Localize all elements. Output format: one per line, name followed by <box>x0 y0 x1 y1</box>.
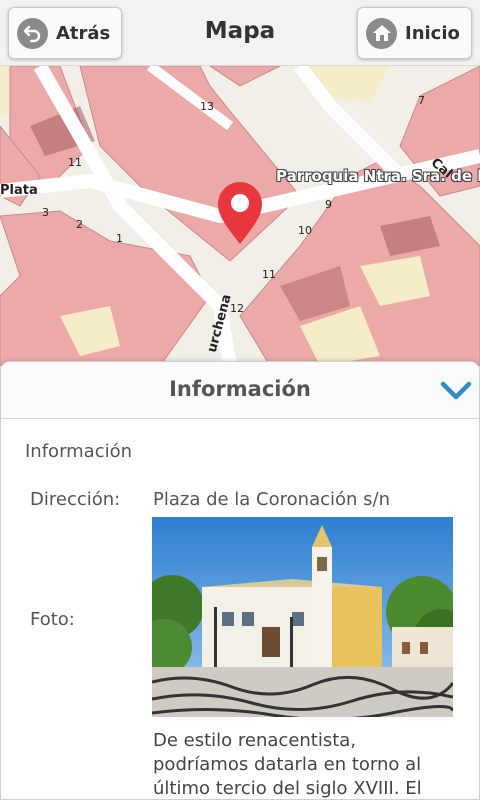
info-panel-header[interactable]: Información <box>1 362 479 419</box>
svg-text:3: 3 <box>42 206 49 219</box>
home-button[interactable]: Inicio <box>357 7 472 59</box>
street-label-plata: Plata <box>0 183 38 198</box>
svg-text:11: 11 <box>262 268 276 281</box>
description-text: De estilo renacentista, podríamos datarl… <box>153 730 422 799</box>
svg-text:2: 2 <box>76 218 83 231</box>
poi-label[interactable]: Parroquia Ntra. Sra. de l <box>276 167 480 185</box>
svg-text:7: 7 <box>418 94 425 107</box>
church-photo <box>152 517 453 717</box>
chevron-down-icon[interactable] <box>439 376 473 404</box>
address-value: Plaza de la Coronación s/n <box>153 489 390 510</box>
svg-text:10: 10 <box>298 224 312 237</box>
svg-text:1: 1 <box>116 232 123 245</box>
info-panel-title: Información <box>169 377 311 401</box>
photo-label: Foto: <box>30 609 75 630</box>
top-bar: Atrás Mapa Inicio <box>0 0 480 66</box>
info-panel: Información Información Dirección: Plaza… <box>0 361 480 800</box>
svg-text:13: 13 <box>200 100 214 113</box>
map-view[interactable]: 11 13 7 3 2 1 9 10 11 12 Plata urchena C… <box>0 66 480 366</box>
address-label: Dirección: <box>30 489 121 510</box>
svg-text:11: 11 <box>68 156 82 169</box>
section-title: Información <box>25 441 133 462</box>
svg-text:9: 9 <box>325 198 332 211</box>
home-icon <box>366 17 397 49</box>
home-button-label: Inicio <box>405 22 460 44</box>
